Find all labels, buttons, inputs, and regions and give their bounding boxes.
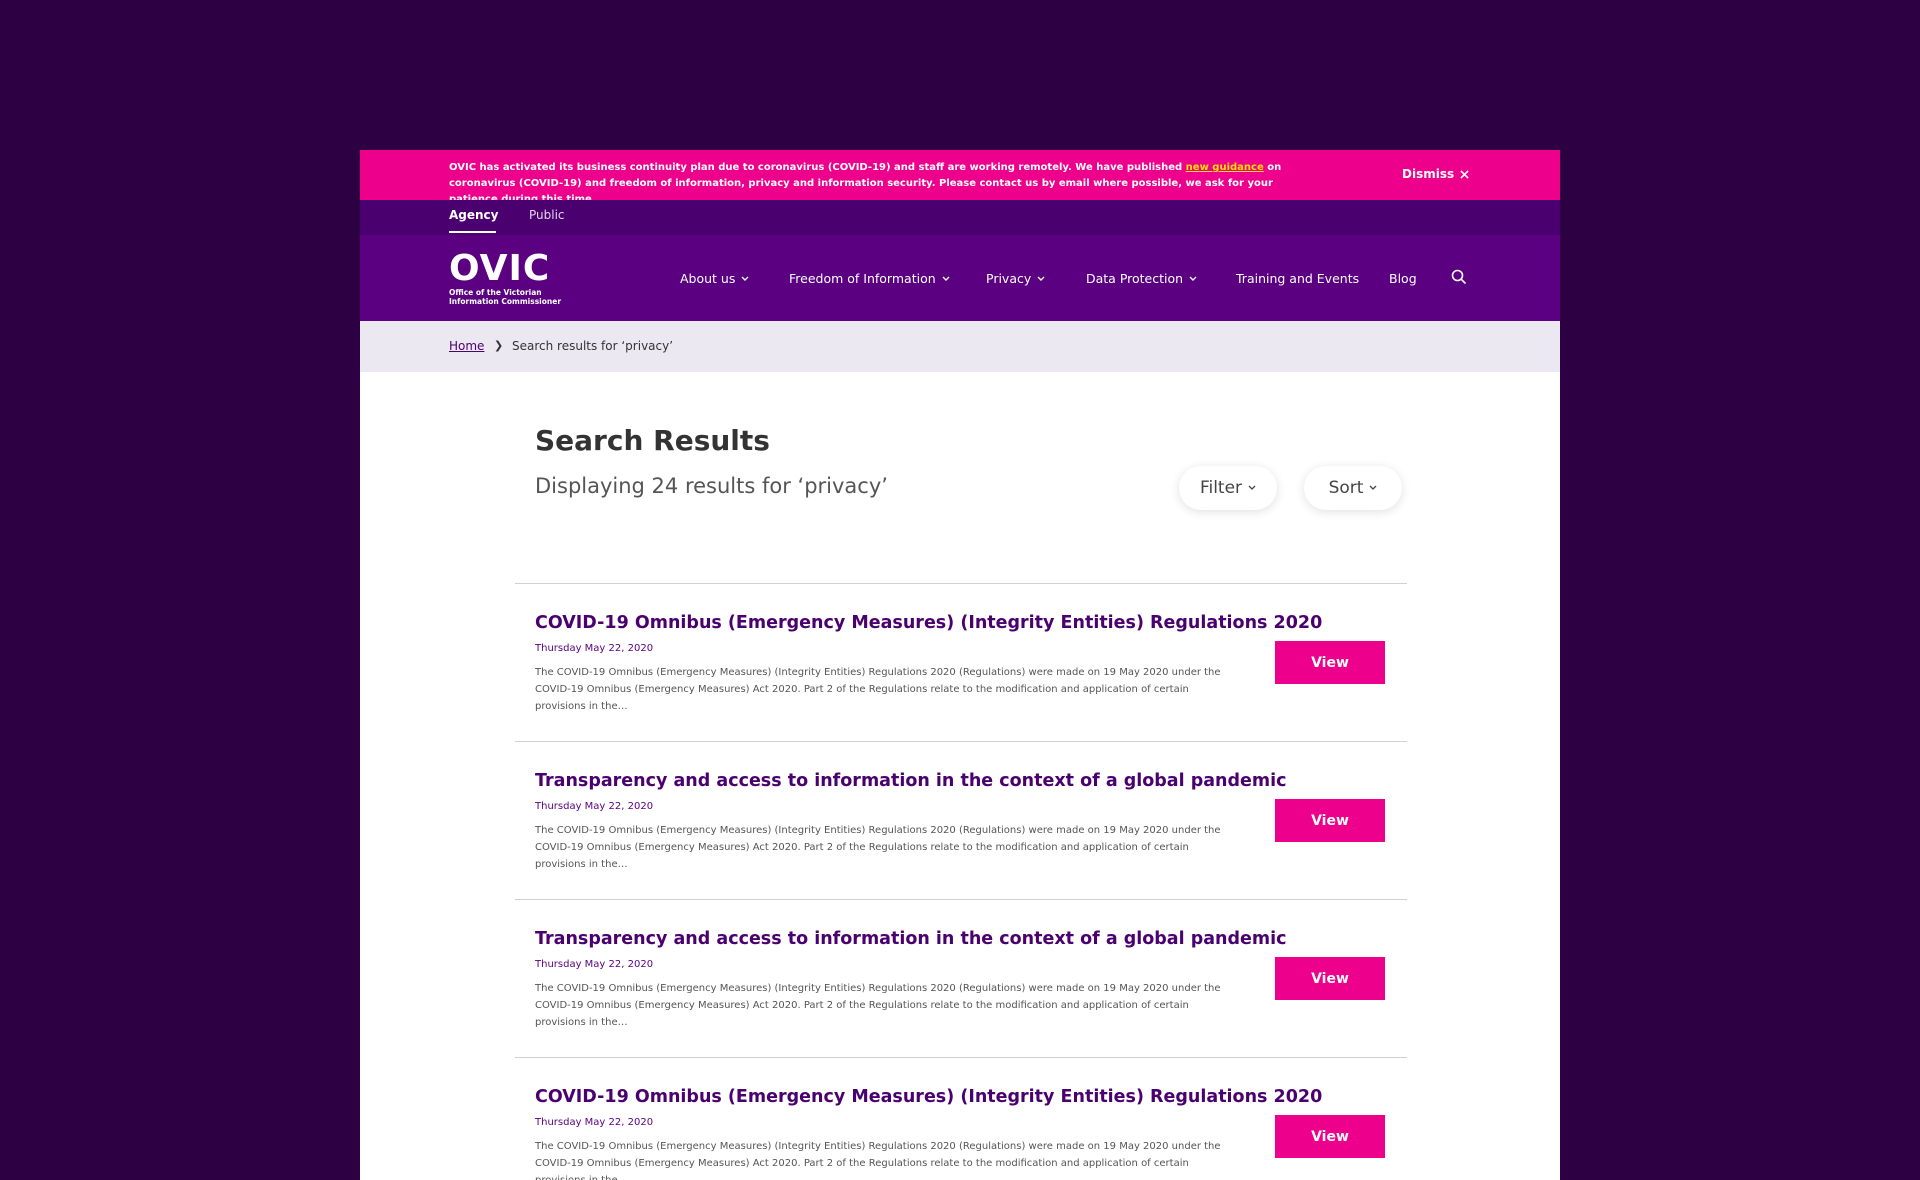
result-date: Thursday May 22, 2020: [535, 1117, 654, 1128]
results-count: Displaying 24 results for ‘privacy’: [535, 474, 888, 498]
logo-line-2: Information Commissioner: [449, 297, 562, 306]
nav-training-label: Training and Events: [1236, 271, 1360, 286]
covid-alert-banner: OVIC has activated its business continui…: [360, 150, 1560, 205]
result-item: Transparency and access to information i…: [515, 899, 1407, 1057]
chevron-down-icon: [1037, 276, 1045, 281]
result-title-link[interactable]: Transparency and access to information i…: [535, 929, 1287, 949]
filter-button[interactable]: Filter: [1179, 466, 1277, 510]
dismiss-button[interactable]: Dismiss: [1402, 167, 1469, 181]
search-button[interactable]: [1451, 269, 1467, 289]
tab-agency[interactable]: Agency: [449, 208, 499, 222]
result-description: The COVID-19 Omnibus (Emergency Measures…: [535, 825, 1221, 870]
filter-label: Filter: [1199, 478, 1243, 498]
chevron-down-icon: [1189, 276, 1197, 281]
result-description: The COVID-19 Omnibus (Emergency Measures…: [535, 983, 1221, 1028]
tab-public[interactable]: Public: [529, 208, 565, 222]
view-button[interactable]: View: [1275, 957, 1385, 1000]
nav-foi-label: Freedom of Information: [789, 271, 936, 286]
chevron-down-icon: [942, 276, 950, 281]
nav-blog-label: Blog: [1389, 271, 1417, 286]
sort-label: Sort: [1328, 478, 1364, 498]
nav-data-protection-label: Data Protection: [1086, 271, 1184, 286]
audience-switcher: Agency Public: [360, 200, 1560, 235]
chevron-down-icon: [1369, 485, 1377, 490]
chevron-down-icon: [1248, 485, 1256, 490]
sort-button[interactable]: Sort: [1304, 466, 1402, 510]
result-description: The COVID-19 Omnibus (Emergency Measures…: [535, 667, 1221, 712]
nav-privacy[interactable]: Privacy: [986, 271, 1045, 286]
breadcrumb: Home ❯ Search results for ‘privacy’: [360, 321, 1560, 372]
logo-wordmark: OVIC: [449, 248, 551, 289]
nav-freedom-of-information[interactable]: Freedom of Information: [789, 271, 950, 286]
nav-privacy-label: Privacy: [986, 271, 1032, 286]
page-title: Search Results: [535, 424, 770, 457]
nav-about-us[interactable]: About us: [680, 271, 749, 286]
result-description: The COVID-19 Omnibus (Emergency Measures…: [535, 1141, 1221, 1180]
ovic-logo[interactable]: OVIC Office of the Victorian Information…: [449, 248, 562, 307]
result-date: Thursday May 22, 2020: [535, 643, 654, 654]
nav-blog[interactable]: Blog: [1389, 271, 1417, 286]
result-item: Transparency and access to information i…: [515, 741, 1407, 899]
search-icon: [1451, 269, 1467, 285]
close-icon: [1460, 169, 1469, 179]
breadcrumb-separator-icon: ❯: [494, 339, 504, 352]
main-navigation: OVIC Office of the Victorian Information…: [360, 235, 1560, 321]
result-title-link[interactable]: COVID-19 Omnibus (Emergency Measures) (I…: [535, 1087, 1322, 1107]
nav-data-protection[interactable]: Data Protection: [1086, 271, 1197, 286]
view-button[interactable]: View: [1275, 799, 1385, 842]
logo-line-1: Office of the Victorian: [449, 288, 542, 297]
chevron-down-icon: [741, 276, 749, 281]
result-item: COVID-19 Omnibus (Emergency Measures) (I…: [515, 583, 1407, 741]
alert-text-before: OVIC has activated its business continui…: [449, 162, 1186, 173]
new-guidance-link[interactable]: new guidance: [1186, 162, 1264, 173]
results-list: COVID-19 Omnibus (Emergency Measures) (I…: [515, 583, 1407, 1180]
breadcrumb-home-link[interactable]: Home: [449, 339, 484, 353]
result-date: Thursday May 22, 2020: [535, 801, 654, 812]
view-button[interactable]: View: [1275, 1115, 1385, 1158]
result-title-link[interactable]: Transparency and access to information i…: [535, 771, 1287, 791]
result-title-link[interactable]: COVID-19 Omnibus (Emergency Measures) (I…: [535, 613, 1322, 633]
view-button[interactable]: View: [1275, 641, 1385, 684]
nav-training-and-events[interactable]: Training and Events: [1236, 271, 1359, 286]
nav-about-us-label: About us: [680, 271, 736, 286]
site-frame: OVIC has activated its business continui…: [360, 150, 1560, 1180]
result-date: Thursday May 22, 2020: [535, 959, 654, 970]
result-item: COVID-19 Omnibus (Emergency Measures) (I…: [515, 1057, 1407, 1180]
dismiss-label: Dismiss: [1402, 167, 1455, 181]
active-tab-underline: [449, 231, 496, 233]
breadcrumb-current: Search results for ‘privacy’: [512, 339, 674, 353]
